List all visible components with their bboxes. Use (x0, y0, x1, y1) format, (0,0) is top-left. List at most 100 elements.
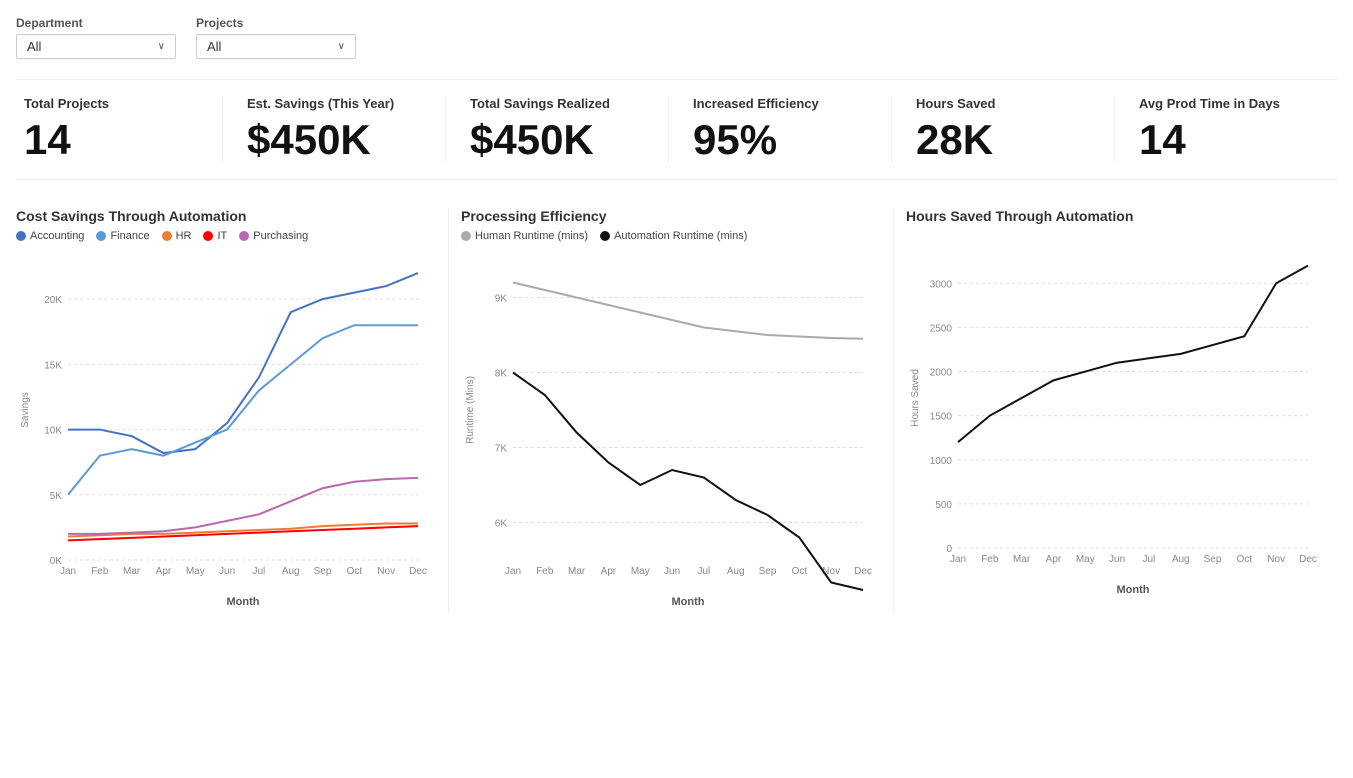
svg-text:Sep: Sep (314, 566, 332, 577)
legend-label: HR (176, 230, 192, 242)
svg-text:1000: 1000 (930, 456, 953, 467)
svg-text:8K: 8K (495, 369, 508, 380)
svg-text:Apr: Apr (601, 566, 617, 577)
svg-text:3000: 3000 (930, 279, 953, 290)
svg-text:Nov: Nov (1267, 554, 1285, 565)
svg-text:9K: 9K (495, 294, 508, 305)
legend-item: Finance (96, 230, 149, 242)
kpi-row: Total Projects 14 Est. Savings (This Year… (16, 79, 1337, 180)
legend-item: Automation Runtime (mins) (600, 230, 747, 242)
svg-text:Jan: Jan (950, 554, 966, 565)
kpi-value-3: 95% (693, 117, 867, 163)
legend-item: HR (162, 230, 192, 242)
svg-text:7K: 7K (495, 444, 508, 455)
svg-text:2000: 2000 (930, 368, 953, 379)
processing-efficiency-chart-panel: Processing Efficiency Human Runtime (min… (449, 208, 894, 613)
projects-label: Projects (196, 16, 356, 30)
cost-savings-title: Cost Savings Through Automation (16, 208, 436, 224)
svg-text:Month: Month (1117, 584, 1150, 596)
legend-dot (239, 231, 249, 241)
department-label: Department (16, 16, 176, 30)
legend-dot (162, 231, 172, 241)
kpi-value-1: $450K (247, 117, 421, 163)
svg-text:2500: 2500 (930, 324, 953, 335)
legend-label: Accounting (30, 230, 84, 242)
svg-text:Feb: Feb (536, 566, 554, 577)
kpi-value-4: 28K (916, 117, 1090, 163)
cost-savings-chart-panel: Cost Savings Through Automation Accounti… (16, 208, 449, 613)
svg-text:Jun: Jun (219, 566, 235, 577)
kpi-label-0: Total Projects (24, 96, 198, 111)
svg-text:May: May (631, 566, 650, 577)
svg-text:Nov: Nov (377, 566, 395, 577)
svg-text:Month: Month (672, 596, 705, 608)
svg-text:Feb: Feb (981, 554, 999, 565)
kpi-label-1: Est. Savings (This Year) (247, 96, 421, 111)
svg-text:Oct: Oct (347, 566, 363, 577)
dashboard: Department All ∨ Projects All ∨ Total Pr… (0, 0, 1353, 778)
kpi-item-4: Hours Saved 28K (892, 96, 1115, 163)
department-select[interactable]: All ∨ (16, 34, 176, 59)
projects-chevron-icon: ∨ (338, 41, 345, 52)
legend-dot (203, 231, 213, 241)
svg-text:Dec: Dec (409, 566, 427, 577)
svg-text:Jul: Jul (1143, 554, 1156, 565)
svg-text:May: May (186, 566, 205, 577)
kpi-item-0: Total Projects 14 (16, 96, 223, 163)
svg-text:Mar: Mar (568, 566, 586, 577)
svg-text:Savings: Savings (20, 392, 31, 428)
legend-dot (600, 231, 610, 241)
svg-text:Jul: Jul (253, 566, 266, 577)
svg-text:Mar: Mar (1013, 554, 1031, 565)
svg-text:Hours Saved: Hours Saved (910, 369, 921, 427)
legend-dot (96, 231, 106, 241)
hours-saved-chart-panel: Hours Saved Through Automation 050010001… (894, 208, 1338, 613)
svg-text:Apr: Apr (156, 566, 172, 577)
department-filter-group: Department All ∨ (16, 16, 176, 59)
kpi-value-0: 14 (24, 117, 198, 163)
svg-text:5K: 5K (50, 491, 63, 502)
cost-savings-legend: Accounting Finance HR IT Purchasing (16, 230, 436, 242)
svg-text:Mar: Mar (123, 566, 141, 577)
processing-efficiency-svg-wrap: 6K7K8K9KJanFebMarAprMayJunJulAugSepOctNo… (461, 250, 881, 613)
svg-text:Dec: Dec (1299, 554, 1317, 565)
svg-text:10K: 10K (44, 426, 62, 437)
projects-filter-group: Projects All ∨ (196, 16, 356, 59)
legend-label: Automation Runtime (mins) (614, 230, 747, 242)
svg-text:Oct: Oct (1237, 554, 1253, 565)
svg-text:6K: 6K (495, 519, 508, 530)
svg-text:Jun: Jun (1109, 554, 1125, 565)
projects-select[interactable]: All ∨ (196, 34, 356, 59)
svg-text:Aug: Aug (1172, 554, 1190, 565)
kpi-label-2: Total Savings Realized (470, 96, 644, 111)
hours-saved-title: Hours Saved Through Automation (906, 208, 1326, 224)
kpi-value-2: $450K (470, 117, 644, 163)
kpi-label-5: Avg Prod Time in Days (1139, 96, 1313, 111)
svg-text:15K: 15K (44, 361, 62, 372)
svg-text:Apr: Apr (1046, 554, 1062, 565)
svg-text:Jun: Jun (664, 566, 680, 577)
processing-efficiency-legend: Human Runtime (mins) Automation Runtime … (461, 230, 881, 242)
kpi-label-4: Hours Saved (916, 96, 1090, 111)
cost-savings-svg-wrap: 0K5K10K15K20KJanFebMarAprMayJunJulAugSep… (16, 250, 436, 613)
svg-text:Sep: Sep (1204, 554, 1222, 565)
kpi-value-5: 14 (1139, 117, 1313, 163)
svg-text:Jan: Jan (60, 566, 76, 577)
department-value: All (27, 39, 41, 54)
svg-text:Month: Month (227, 596, 260, 608)
kpi-label-3: Increased Efficiency (693, 96, 867, 111)
svg-text:Jul: Jul (698, 566, 711, 577)
kpi-item-2: Total Savings Realized $450K (446, 96, 669, 163)
legend-label: Finance (110, 230, 149, 242)
svg-text:Aug: Aug (727, 566, 745, 577)
processing-efficiency-title: Processing Efficiency (461, 208, 881, 224)
svg-text:Sep: Sep (759, 566, 777, 577)
legend-label: IT (217, 230, 227, 242)
kpi-item-3: Increased Efficiency 95% (669, 96, 892, 163)
legend-dot (461, 231, 471, 241)
svg-text:Oct: Oct (792, 566, 808, 577)
legend-label: Human Runtime (mins) (475, 230, 588, 242)
svg-text:Aug: Aug (282, 566, 300, 577)
legend-item: Human Runtime (mins) (461, 230, 588, 242)
svg-text:Runtime (Mins): Runtime (Mins) (465, 376, 476, 444)
